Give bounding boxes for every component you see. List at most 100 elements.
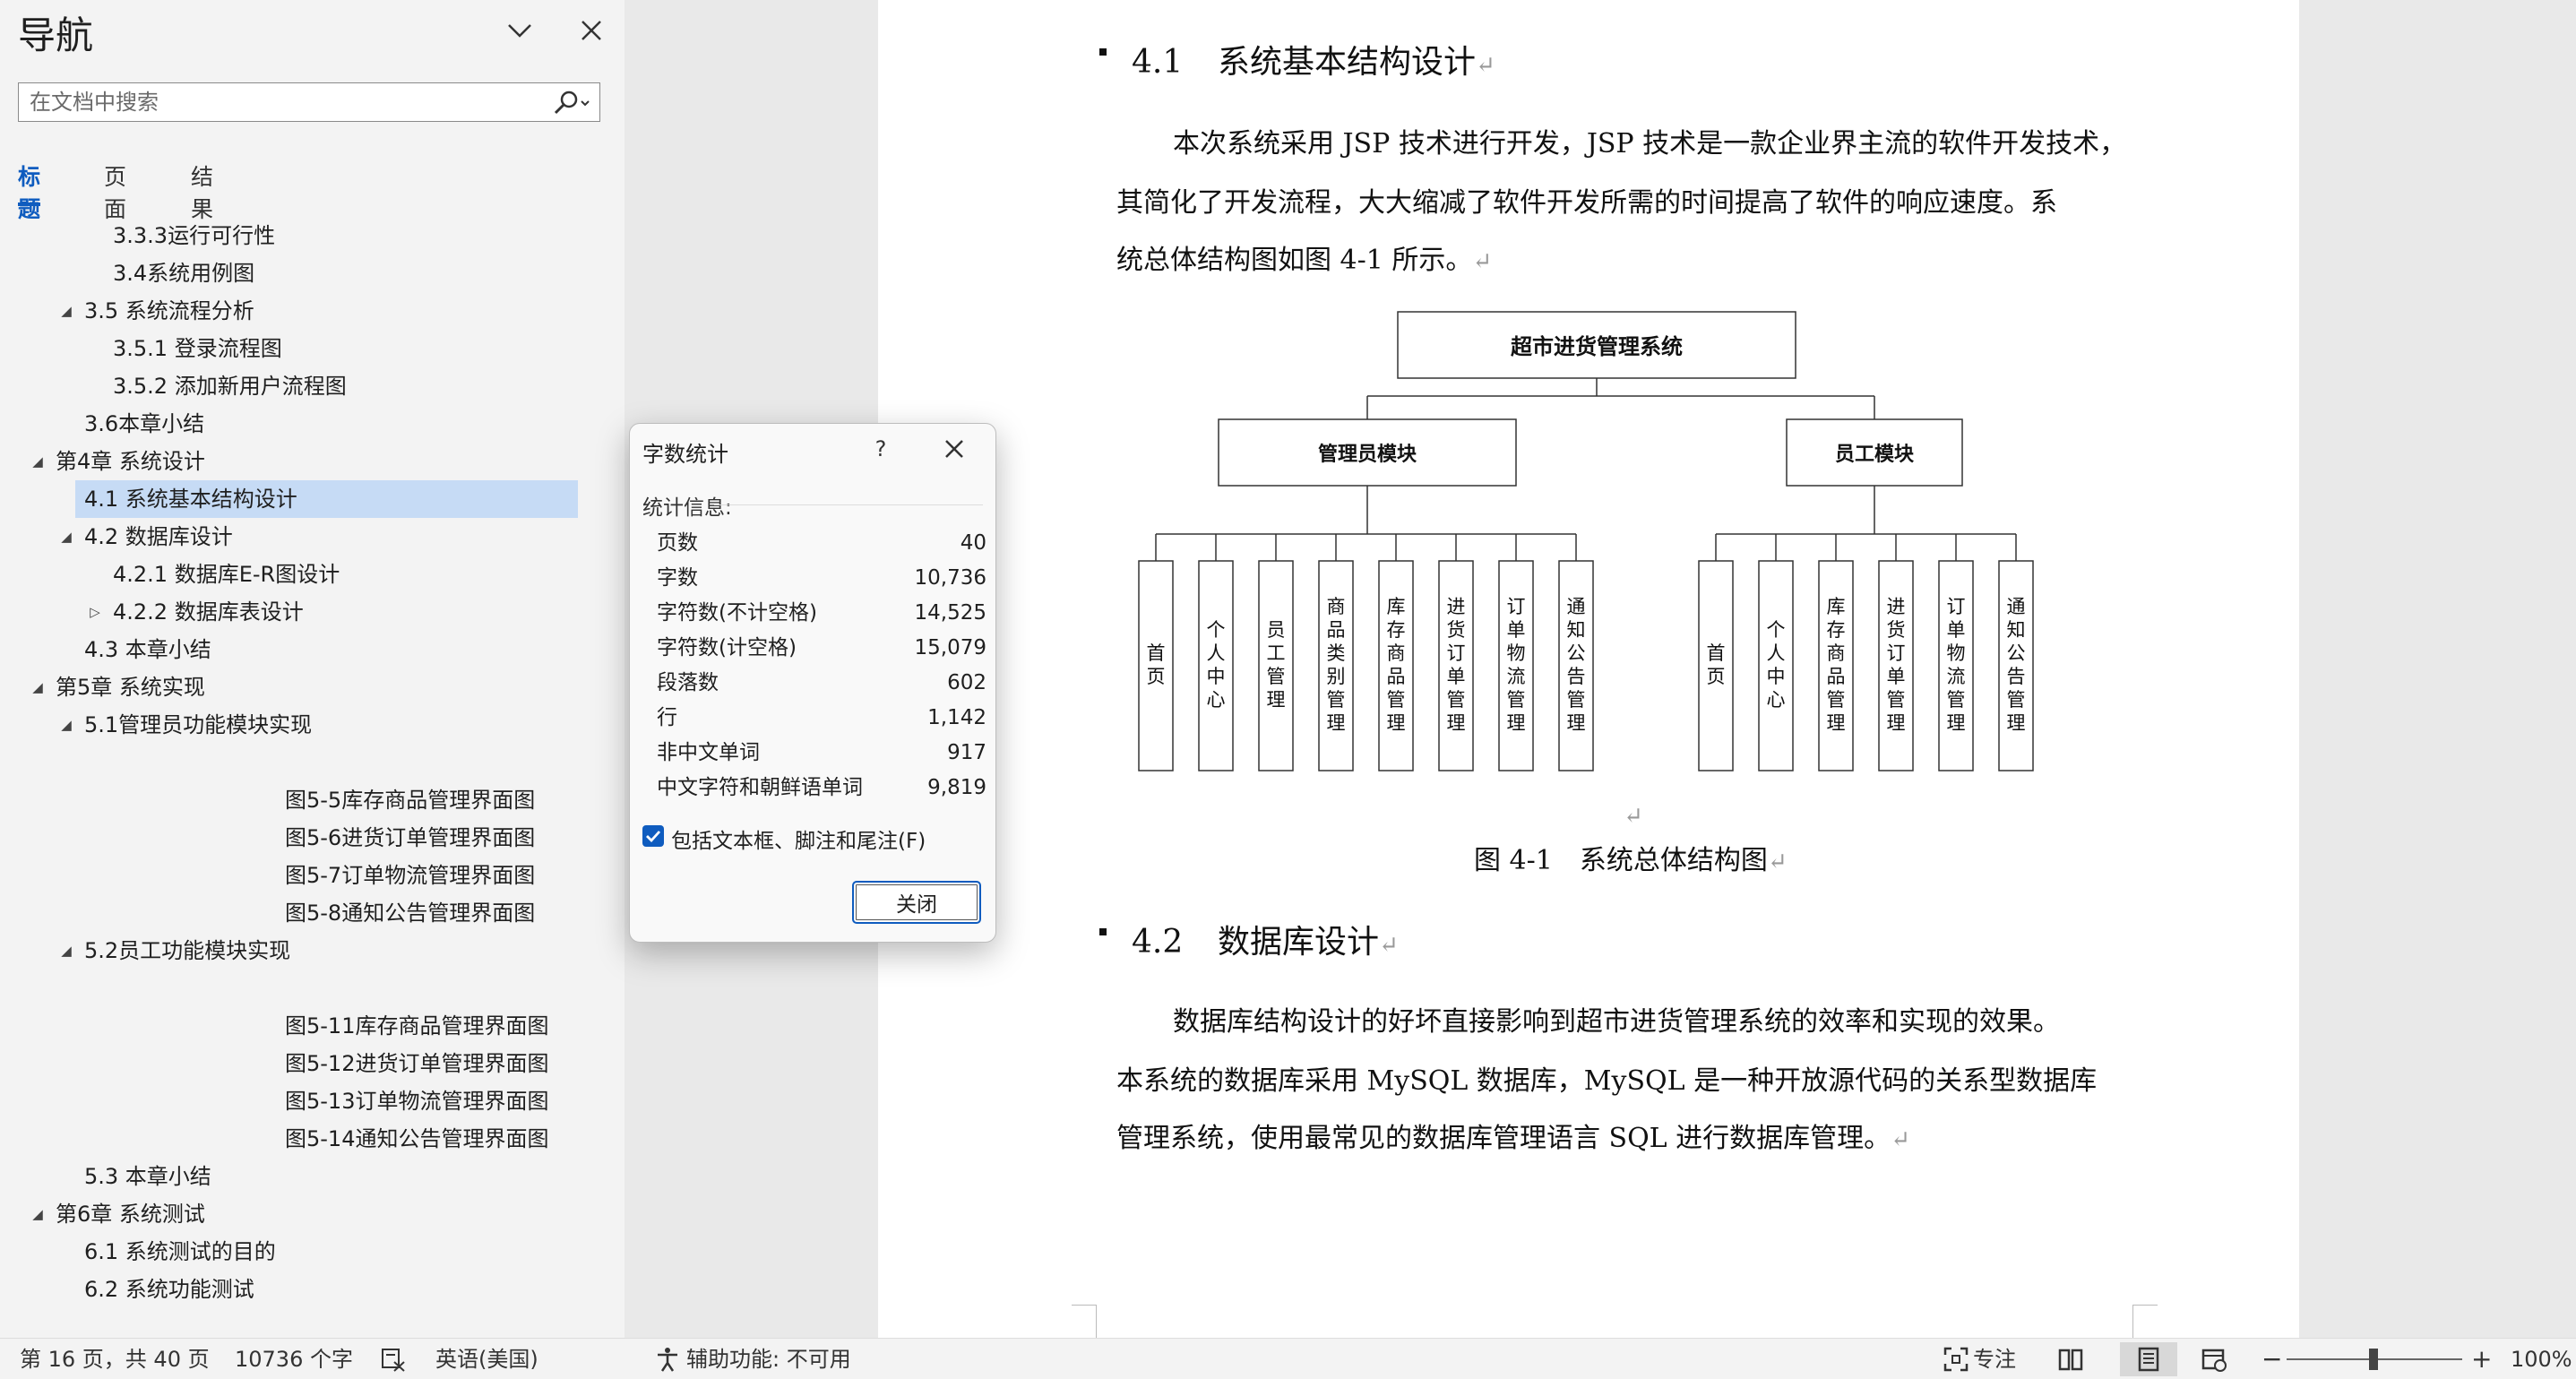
- heading-4-1[interactable]: 4.1 系统基本结构设计↵: [1099, 36, 1495, 82]
- nav-heading-item[interactable]: ◢ 第5章 系统实现: [0, 668, 625, 706]
- nav-heading-item[interactable]: ◢ 4.2 数据库设计: [0, 518, 625, 556]
- nav-heading-item[interactable]: ◢ 第4章 系统设计: [0, 443, 625, 480]
- paragraph-text: 数据库结构设计的好坏直接影响到超市进货管理系统的效率和实现的效果。: [1173, 1006, 2060, 1038]
- language[interactable]: 英语(美国): [435, 1339, 538, 1379]
- nav-heading-label: 图5-13订单物流管理界面图: [285, 1089, 549, 1114]
- checkbox-label[interactable]: 包括文本框、脚注和尾注(F): [671, 823, 926, 854]
- nav-heading-item[interactable]: 图5-12进货订单管理界面图: [0, 1045, 625, 1082]
- collapse-triangle-icon[interactable]: ◢: [27, 668, 48, 706]
- figure-caption[interactable]: 图 4-1 系统总体结构图↵: [1474, 838, 1788, 877]
- paragraph-line[interactable]: 本次系统采用 JSP 技术进行开发，JSP 技术是一款企业界主流的软件开发技术，: [1173, 115, 2126, 174]
- close-button[interactable]: 关闭: [852, 881, 981, 924]
- zoom-in-button[interactable]: +: [2471, 1339, 2492, 1379]
- include-textboxes-checkbox[interactable]: [642, 825, 664, 847]
- nav-heading-label: 5.3 本章小结: [84, 1164, 211, 1189]
- page-corner-mark: [1072, 1305, 1097, 1338]
- paragraph-mark: ↵: [1891, 1126, 1910, 1153]
- read-mode-icon[interactable]: [2057, 1346, 2084, 1373]
- nav-heading-item[interactable]: ◢ 第6章 系统测试: [0, 1195, 625, 1233]
- stat-label: 中文字符和朝鲜语单词: [657, 776, 863, 799]
- zoom-level[interactable]: 100%: [2511, 1339, 2572, 1379]
- search-input[interactable]: [30, 83, 549, 121]
- nav-heading-item[interactable]: 3.4系统用例图: [0, 254, 625, 292]
- system-structure-diagram[interactable]: 超市进货管理系统管理员模块首页个人中心员工管理商品类别管理库存商品管理进货订单管…: [1138, 305, 2052, 780]
- accessibility-status[interactable]: 辅助功能: 不可用: [686, 1339, 851, 1379]
- collapse-triangle-icon[interactable]: ◢: [27, 443, 48, 480]
- zoom-slider-thumb[interactable]: [2369, 1349, 2378, 1370]
- nav-heading-item[interactable]: 3.5.2 添加新用户流程图: [0, 367, 625, 405]
- tab-results[interactable]: 结果: [191, 159, 213, 222]
- paragraph-text: 本次系统采用 JSP 技术进行开发，JSP 技术是一款企业界主流的软件开发技术，: [1173, 128, 2127, 159]
- stat-row: 非中文单词 917: [657, 736, 986, 770]
- nav-heading-item[interactable]: 图5-13订单物流管理界面图: [0, 1082, 625, 1120]
- heading-bullet: [1099, 48, 1107, 56]
- nav-heading-item[interactable]: 6.2 系统功能测试: [0, 1271, 625, 1308]
- nav-heading-label: 3.5.1 登录流程图: [113, 336, 282, 361]
- nav-heading-item[interactable]: 图5-8通知公告管理界面图: [0, 894, 625, 932]
- stat-label: 非中文单词: [657, 741, 760, 764]
- nav-heading-item[interactable]: 6.1 系统测试的目的: [0, 1233, 625, 1271]
- nav-heading-item[interactable]: 3.3.3运行可行性: [0, 217, 625, 254]
- nav-heading-item[interactable]: 5.3 本章小结: [0, 1158, 625, 1195]
- nav-heading-item[interactable]: ◢ 5.1管理员功能模块实现: [0, 706, 625, 744]
- nav-close-icon[interactable]: [573, 13, 609, 48]
- collapse-triangle-icon[interactable]: ◢: [56, 932, 77, 970]
- nav-heading-item[interactable]: 4.2.1 数据库E-R图设计: [0, 556, 625, 593]
- accessibility-icon[interactable]: [654, 1346, 681, 1373]
- nav-heading-item[interactable]: ◢ 3.5 系统流程分析: [0, 292, 625, 330]
- nav-heading-label: 3.5.2 添加新用户流程图: [113, 374, 347, 399]
- nav-heading-item[interactable]: 4.1 系统基本结构设计: [0, 480, 625, 518]
- focus-icon[interactable]: [1943, 1346, 1969, 1373]
- dialog-close-icon[interactable]: [933, 431, 976, 467]
- heading-4-2[interactable]: 4.2 数据库设计↵: [1099, 916, 1399, 962]
- tab-headings[interactable]: 标题: [18, 159, 41, 222]
- search-icon[interactable]: [546, 89, 594, 117]
- print-layout-icon[interactable]: [2135, 1346, 2162, 1373]
- focus-label[interactable]: 专注: [1973, 1339, 2016, 1379]
- word-count[interactable]: 10736 个字: [235, 1339, 353, 1379]
- stat-value: 14,525: [914, 601, 986, 625]
- nav-heading-item[interactable]: 3.6本章小结: [0, 405, 625, 443]
- heading-text: 数据库设计: [1218, 924, 1380, 961]
- diagram-root-label: 超市进货管理系统: [1511, 334, 1683, 359]
- nav-heading-item[interactable]: 4.3 本章小结: [0, 631, 625, 668]
- nav-heading-item[interactable]: 3.5.1 登录流程图: [0, 330, 625, 367]
- page-count[interactable]: 第 16 页，共 40 页: [20, 1339, 210, 1379]
- nav-heading-item[interactable]: 图5-5库存商品管理界面图: [0, 781, 625, 819]
- nav-heading-item[interactable]: 图5-11库存商品管理界面图: [0, 1007, 625, 1045]
- proofing-icon[interactable]: [380, 1346, 407, 1373]
- paragraph-line[interactable]: 数据库结构设计的好坏直接影响到超市进货管理系统的效率和实现的效果。: [1173, 993, 2060, 1052]
- collapse-triangle-icon[interactable]: ◢: [56, 706, 77, 744]
- paragraph-line[interactable]: 本系统的数据库采用 MySQL 数据库，MySQL 是一种开放源代码的关系型数据…: [1116, 1052, 2097, 1111]
- nav-blank-row: [0, 970, 625, 1007]
- nav-heading-item[interactable]: ◢ 5.2员工功能模块实现: [0, 932, 625, 970]
- paragraph-mark: ↵: [1767, 849, 1788, 875]
- expand-triangle-icon[interactable]: ▷: [84, 593, 106, 631]
- nav-heading-label: 第5章 系统实现: [56, 675, 205, 700]
- paragraph-text: 本系统的数据库采用 MySQL 数据库，MySQL 是一种开放源代码的关系型数据…: [1116, 1065, 2098, 1097]
- tab-pages[interactable]: 页面: [104, 159, 126, 222]
- help-button[interactable]: ?: [863, 431, 899, 467]
- paragraph-text: 其简化了开发流程，大大缩减了软件开发所需的时间提高了软件的响应速度。系: [1116, 187, 2057, 219]
- nav-heading-label: 3.6本章小结: [84, 411, 205, 436]
- diagram-branch-label: 管理员模块: [1318, 443, 1417, 466]
- paragraph-line[interactable]: 统总体结构图如图 4-1 所示。↵: [1116, 231, 1492, 291]
- collapse-triangle-icon[interactable]: ◢: [56, 518, 77, 556]
- nav-heading-item[interactable]: ▷ 4.2.2 数据库表设计: [0, 593, 625, 631]
- nav-heading-item[interactable]: 图5-7订单物流管理界面图: [0, 857, 625, 894]
- paragraph-mark: ↵: [1472, 248, 1493, 275]
- zoom-out-button[interactable]: −: [2262, 1339, 2282, 1379]
- collapse-triangle-icon[interactable]: ◢: [56, 292, 77, 330]
- collapse-triangle-icon[interactable]: ◢: [27, 1195, 48, 1233]
- nav-heading-item[interactable]: 图5-6进货订单管理界面图: [0, 819, 625, 857]
- stat-value: 1,142: [927, 706, 986, 729]
- paragraph-line[interactable]: 管理系统，使用最常见的数据库管理语言 SQL 进行数据库管理。↵: [1116, 1109, 1910, 1169]
- nav-options-chevron-icon[interactable]: [502, 13, 538, 48]
- paragraph-text: 统总体结构图如图 4-1 所示。: [1116, 245, 1473, 276]
- paragraph-line[interactable]: 其简化了开发流程，大大缩减了软件开发所需的时间提高了软件的响应速度。系: [1116, 174, 2057, 233]
- web-layout-icon[interactable]: [2201, 1346, 2227, 1373]
- stat-value: 602: [947, 671, 986, 694]
- nav-heading-label: 6.2 系统功能测试: [84, 1277, 254, 1302]
- word-count-dialog: 字数统计 ? 统计信息: 页数 40 字数 10,736 字符数(不计空格) 14,525…: [629, 423, 996, 943]
- nav-heading-item[interactable]: 图5-14通知公告管理界面图: [0, 1120, 625, 1158]
